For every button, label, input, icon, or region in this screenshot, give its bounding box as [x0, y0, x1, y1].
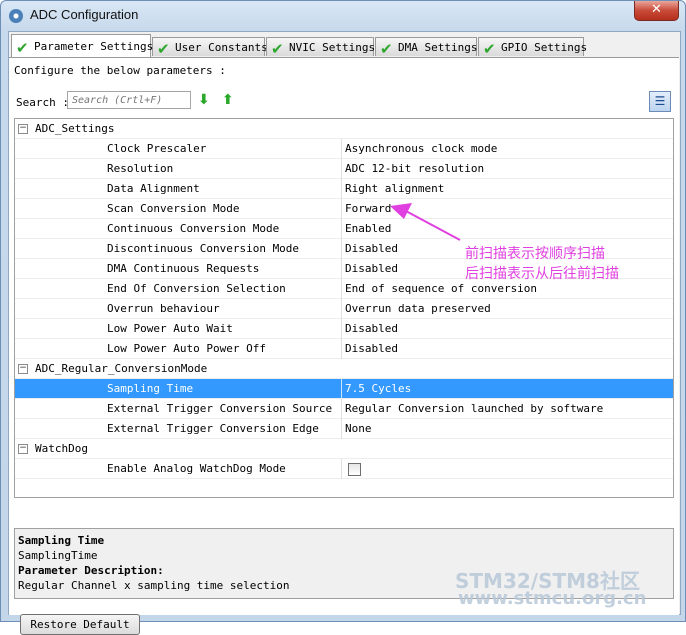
param-row-continuous-conversion-mode[interactable]: Continuous Conversion Mode Enabled	[15, 219, 673, 239]
window-title: ADC Configuration	[30, 7, 139, 22]
param-name: Scan Conversion Mode	[107, 202, 240, 215]
param-name: Overrun behaviour	[107, 302, 220, 315]
tab-label: GPIO Settings	[501, 41, 588, 54]
search-label: Search :	[16, 96, 69, 109]
parameter-grid: − ADC_Settings Clock Prescaler Asynchron…	[14, 118, 674, 498]
tab-parameter-settings[interactable]: ✔ Parameter Settings	[11, 34, 154, 57]
param-value[interactable]: None	[345, 419, 372, 439]
description-heading: Parameter Description:	[18, 564, 164, 577]
param-value[interactable]: Forward	[345, 199, 391, 219]
param-row-clock-prescaler[interactable]: Clock Prescaler Asynchronous clock mode	[15, 139, 673, 159]
param-name: Discontinuous Conversion Mode	[107, 242, 300, 255]
description-param-id: SamplingTime	[18, 549, 98, 562]
group-name: ADC_Regular_ConversionMode	[35, 362, 208, 375]
tab-label: Parameter Settings	[34, 40, 154, 53]
param-name: Low Power Auto Wait	[107, 322, 233, 335]
watchdog-checkbox[interactable]	[348, 463, 361, 476]
tab-nvic-settings[interactable]: ✔ NVIC Settings	[266, 37, 376, 58]
param-name: End Of Conversion Selection	[107, 282, 286, 295]
search-prev-arrow-up-icon[interactable]: ⬆	[222, 93, 236, 107]
param-value[interactable]: 7.5 Cycles	[345, 379, 411, 399]
param-name: External Trigger Conversion Edge	[107, 422, 319, 435]
restore-default-button[interactable]: Restore Default	[20, 614, 140, 635]
param-name: External Trigger Conversion Source	[107, 402, 333, 415]
param-row-low-power-auto-power-off[interactable]: Low Power Auto Power Off Disabled	[15, 339, 673, 359]
tab-user-constants[interactable]: ✔ User Constants	[152, 37, 268, 58]
watermark-line-2: www.stmcu.org.cn	[458, 588, 647, 609]
param-name: Continuous Conversion Mode	[107, 222, 280, 235]
param-value[interactable]: Disabled	[345, 319, 398, 339]
adc-configuration-window: ADC Configuration ✕ ✔ Parameter Settings…	[0, 0, 686, 635]
param-row-external-trigger-conversion-source[interactable]: External Trigger Conversion Source Regul…	[15, 399, 673, 419]
group-name: ADC_Settings	[35, 122, 115, 135]
tab-gpio-settings[interactable]: ✔ GPIO Settings	[478, 37, 588, 58]
tab-dma-settings[interactable]: ✔ DMA Settings	[375, 37, 478, 58]
param-value[interactable]: Regular Conversion launched by software	[345, 399, 603, 419]
param-row-enable-analog-watchdog-mode[interactable]: Enable Analog WatchDog Mode	[15, 459, 673, 479]
param-value[interactable]: Disabled	[345, 339, 398, 359]
check-icon: ✔	[157, 40, 170, 58]
param-name: Resolution	[107, 162, 174, 175]
list-view-toggle-button[interactable]: ☰	[649, 91, 671, 112]
param-row-overrun-behaviour[interactable]: Overrun behaviour Overrun data preserved	[15, 299, 673, 319]
search-next-arrow-down-icon[interactable]: ⬇	[198, 93, 212, 107]
app-icon	[9, 9, 23, 23]
param-name: Data Alignment	[107, 182, 200, 195]
param-name: Enable Analog WatchDog Mode	[107, 462, 286, 475]
param-value[interactable]: Asynchronous clock mode	[345, 139, 497, 159]
tab-strip: ✔ Parameter Settings ✔ User Constants ✔ …	[9, 34, 679, 58]
param-name: DMA Continuous Requests	[107, 262, 260, 275]
tab-label: NVIC Settings	[289, 41, 376, 54]
group-row-watchdog[interactable]: − WatchDog	[15, 439, 673, 459]
close-button[interactable]: ✕	[634, 1, 679, 21]
param-value[interactable]: ADC 12-bit resolution	[345, 159, 484, 179]
description-title: Sampling Time	[18, 534, 105, 547]
check-icon: ✔	[483, 40, 496, 58]
param-row-data-alignment[interactable]: Data Alignment Right alignment	[15, 179, 673, 199]
title-bar[interactable]: ADC Configuration ✕	[1, 1, 685, 31]
annotation-line-2: 后扫描表示从后往前扫描	[465, 266, 619, 282]
tab-label: DMA Settings	[398, 41, 478, 54]
param-row-scan-conversion-mode[interactable]: Scan Conversion Mode Forward	[15, 199, 673, 219]
param-value[interactable]: Right alignment	[345, 179, 444, 199]
param-value[interactable]: Enabled	[345, 219, 391, 239]
param-value[interactable]: Disabled	[345, 239, 398, 259]
param-row-sampling-time[interactable]: Sampling Time 7.5 Cycles	[15, 379, 673, 399]
param-name: Low Power Auto Power Off	[107, 342, 266, 355]
collapse-minus-icon[interactable]: −	[18, 124, 28, 134]
search-input[interactable]	[67, 91, 191, 109]
param-name: Clock Prescaler	[107, 142, 207, 155]
annotation-line-1: 前扫描表示按顺序扫描	[465, 246, 605, 262]
collapse-minus-icon[interactable]: −	[18, 444, 28, 454]
check-icon: ✔	[16, 39, 29, 57]
description-text: Regular Channel x sampling time selectio…	[18, 579, 290, 592]
param-value[interactable]: Overrun data preserved	[345, 299, 491, 319]
configure-instructions: Configure the below parameters :	[14, 64, 226, 77]
param-row-resolution[interactable]: Resolution ADC 12-bit resolution	[15, 159, 673, 179]
tab-label: User Constants	[175, 41, 268, 54]
check-icon: ✔	[380, 40, 393, 58]
dialog-client: ✔ Parameter Settings ✔ User Constants ✔ …	[8, 31, 681, 635]
collapse-minus-icon[interactable]: −	[18, 364, 28, 374]
param-row-external-trigger-conversion-edge[interactable]: External Trigger Conversion Edge None	[15, 419, 673, 439]
param-name: Sampling Time	[107, 382, 194, 395]
group-row-adc-settings[interactable]: − ADC_Settings	[15, 119, 673, 139]
param-row-low-power-auto-wait[interactable]: Low Power Auto Wait Disabled	[15, 319, 673, 339]
group-name: WatchDog	[35, 442, 88, 455]
check-icon: ✔	[271, 40, 284, 58]
parameter-settings-panel: Configure the below parameters : Search …	[9, 57, 679, 635]
group-row-adc-regular-conversionmode[interactable]: − ADC_Regular_ConversionMode	[15, 359, 673, 379]
param-value[interactable]: Disabled	[345, 259, 398, 279]
